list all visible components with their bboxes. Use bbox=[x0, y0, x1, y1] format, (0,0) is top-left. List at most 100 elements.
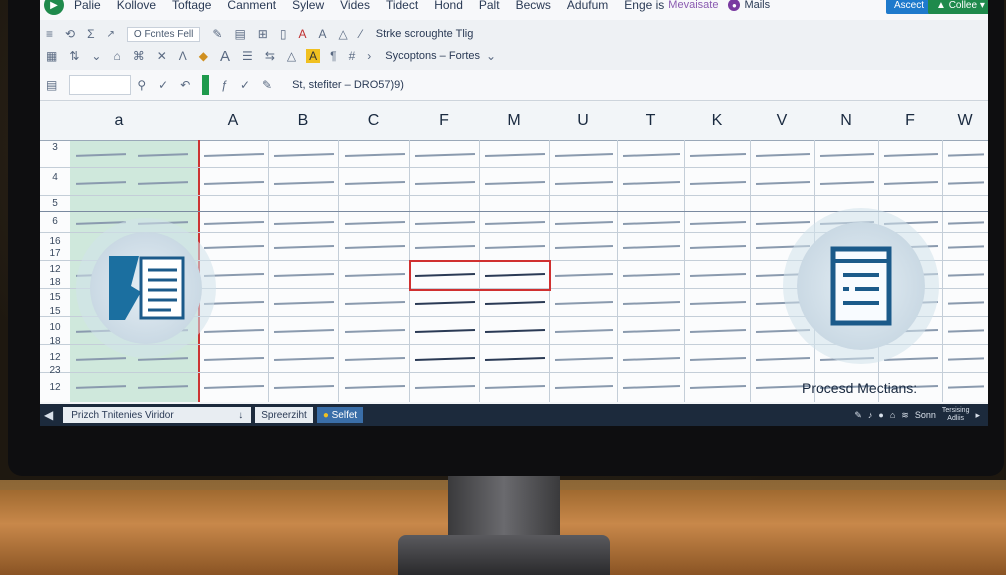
cell-value[interactable] bbox=[819, 357, 875, 361]
menu-item-9[interactable]: Palt bbox=[479, 0, 500, 12]
cell-value[interactable] bbox=[414, 244, 476, 250]
cell-value[interactable] bbox=[947, 181, 985, 185]
cell-value[interactable] bbox=[203, 300, 265, 306]
column-header-F[interactable]: F bbox=[409, 102, 480, 141]
redo-icon[interactable]: ⟲ bbox=[65, 27, 75, 41]
cell-value[interactable] bbox=[273, 328, 335, 334]
grid-icon[interactable]: ▦ bbox=[46, 49, 57, 63]
undo-icon[interactable]: ≡ bbox=[46, 27, 53, 41]
cell-value[interactable] bbox=[344, 384, 406, 390]
accent-link[interactable]: Mevaisate bbox=[668, 0, 718, 11]
cell-value[interactable] bbox=[554, 180, 614, 186]
row-number[interactable]: 12 bbox=[40, 264, 70, 275]
cell-value[interactable] bbox=[203, 356, 265, 362]
row-number[interactable]: 15 bbox=[40, 306, 70, 317]
clock[interactable]: Tersising Adliis bbox=[942, 407, 970, 423]
cell-value[interactable] bbox=[883, 221, 939, 225]
menu-item-4[interactable]: Canment bbox=[227, 0, 276, 12]
cell-value[interactable] bbox=[689, 181, 747, 185]
taskbar-item-active[interactable]: ● Selfet bbox=[316, 407, 364, 423]
cell-value[interactable] bbox=[947, 221, 985, 225]
cell-value[interactable] bbox=[273, 356, 335, 362]
cell-value[interactable] bbox=[484, 220, 546, 226]
cell-value[interactable] bbox=[203, 272, 265, 278]
cell-value[interactable] bbox=[947, 301, 985, 305]
menu-item-5[interactable]: Sylew bbox=[292, 0, 324, 12]
edit-icon[interactable]: ✎ bbox=[212, 27, 222, 41]
cell-value[interactable] bbox=[484, 356, 546, 362]
column-header-W[interactable]: W bbox=[942, 102, 988, 141]
cell-value[interactable] bbox=[554, 272, 614, 278]
row-number[interactable]: 6 bbox=[40, 216, 70, 227]
cell-value[interactable] bbox=[273, 220, 335, 226]
cell-value[interactable] bbox=[554, 244, 614, 250]
delete-icon[interactable]: ✕ bbox=[157, 49, 167, 63]
cell-value[interactable] bbox=[344, 180, 406, 186]
cell-value[interactable] bbox=[755, 329, 811, 333]
chart-icon[interactable]: ⊞ bbox=[258, 27, 268, 41]
cell-value[interactable] bbox=[689, 221, 747, 225]
row-number[interactable]: 23 bbox=[40, 365, 70, 376]
cell-value[interactable] bbox=[554, 384, 614, 390]
cell-value[interactable] bbox=[484, 180, 546, 186]
cell-value[interactable] bbox=[947, 357, 985, 361]
cell-value[interactable] bbox=[203, 384, 265, 390]
cell-value[interactable] bbox=[689, 153, 747, 157]
function-icon[interactable]: ƒ bbox=[221, 78, 228, 92]
cell-value[interactable] bbox=[203, 328, 265, 334]
font-color-icon[interactable]: A bbox=[298, 27, 306, 41]
cell-value[interactable] bbox=[755, 357, 811, 361]
row-number[interactable]: 12 bbox=[40, 382, 70, 393]
menu-item-12[interactable]: Enge is bbox=[624, 0, 664, 12]
cell-value[interactable] bbox=[689, 273, 747, 277]
row-number[interactable]: 17 bbox=[40, 248, 70, 259]
app-logo-icon[interactable]: ▶ bbox=[44, 0, 64, 15]
cell-value[interactable] bbox=[203, 220, 265, 226]
cell-value[interactable] bbox=[414, 152, 476, 158]
triangle-icon[interactable]: △ bbox=[338, 27, 347, 41]
column-header-V[interactable]: V bbox=[750, 102, 815, 141]
collaborate-button[interactable]: ▲ Collee ▾ bbox=[928, 0, 988, 14]
cell-value[interactable] bbox=[273, 272, 335, 278]
taskbar-search[interactable]: Prizch Tnitenies Viridor ↓ bbox=[63, 407, 252, 423]
text-color-icon[interactable]: A bbox=[318, 27, 326, 41]
row-number[interactable]: 15 bbox=[40, 292, 70, 303]
font-icon[interactable]: A bbox=[220, 48, 230, 65]
cell-value[interactable] bbox=[947, 385, 985, 389]
column-header-a[interactable]: a bbox=[40, 102, 199, 141]
row-number[interactable]: 16 bbox=[40, 236, 70, 247]
cancel-icon[interactable]: ✓ bbox=[158, 78, 168, 92]
arrow-icon[interactable]: › bbox=[367, 49, 371, 63]
row-number[interactable]: 12 bbox=[40, 352, 70, 363]
cell-value[interactable] bbox=[622, 245, 681, 249]
paragraph-icon[interactable]: ¶ bbox=[330, 49, 336, 63]
cell-value[interactable] bbox=[689, 385, 747, 389]
cell-value[interactable] bbox=[484, 328, 546, 334]
cell-value[interactable] bbox=[273, 152, 335, 158]
cell-value[interactable] bbox=[554, 300, 614, 306]
cell-value[interactable] bbox=[947, 245, 985, 249]
cell-value[interactable] bbox=[689, 357, 747, 361]
menu-item-6[interactable]: Vides bbox=[340, 0, 370, 12]
cell-value[interactable] bbox=[622, 181, 681, 185]
cell-value[interactable] bbox=[484, 152, 546, 158]
cell-value[interactable] bbox=[273, 180, 335, 186]
cell-value[interactable] bbox=[689, 301, 747, 305]
back-arrow-icon[interactable]: ◀ bbox=[44, 408, 53, 422]
cell-value[interactable] bbox=[689, 245, 747, 249]
cell-value[interactable] bbox=[414, 180, 476, 186]
menu-item-10[interactable]: Becws bbox=[516, 0, 551, 12]
column-header-K[interactable]: K bbox=[684, 102, 751, 141]
cell-value[interactable] bbox=[554, 356, 614, 362]
lock-icon[interactable]: ⌂ bbox=[890, 410, 895, 420]
cell-value[interactable] bbox=[622, 329, 681, 333]
lambda-icon[interactable]: Λ bbox=[179, 49, 187, 63]
cell-value[interactable] bbox=[344, 272, 406, 278]
cell-value[interactable] bbox=[273, 384, 335, 390]
cell-value[interactable] bbox=[554, 152, 614, 158]
notification-icon[interactable]: ● bbox=[878, 410, 883, 420]
menu-item-3[interactable]: Toftage bbox=[172, 0, 211, 12]
column-header-T[interactable]: T bbox=[617, 102, 685, 141]
pen-tray-icon[interactable]: ✎ bbox=[854, 410, 862, 421]
search-icon[interactable]: ⚲ bbox=[137, 78, 146, 92]
